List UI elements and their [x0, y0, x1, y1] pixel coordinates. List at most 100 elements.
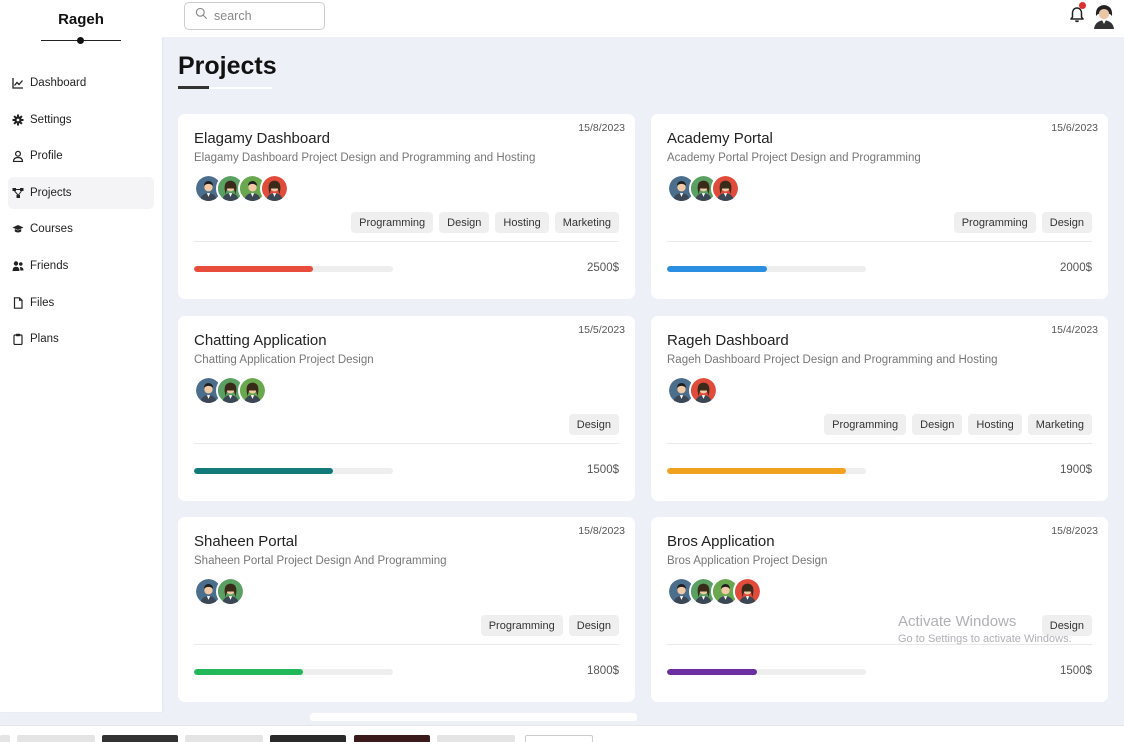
sidebar-item-courses[interactable]: Courses — [8, 213, 154, 245]
tag-programming[interactable]: Programming — [824, 414, 907, 435]
project-card[interactable]: 15/8/2023 Bros Application Bros Applicatio… — [651, 517, 1108, 702]
project-title[interactable]: Academy Portal — [667, 130, 773, 147]
project-date: 15/8/2023 — [1051, 525, 1098, 537]
file-icon — [12, 296, 24, 309]
progress-bar — [194, 468, 393, 474]
project-date: 15/6/2023 — [1051, 122, 1098, 134]
project-tags: Design — [1041, 615, 1092, 636]
title-underline — [178, 86, 272, 89]
diagram-icon — [12, 187, 24, 199]
sidebar-item-settings[interactable]: Settings — [8, 104, 154, 136]
tag-design[interactable]: Design — [568, 615, 619, 636]
clipboard-icon — [12, 333, 24, 346]
card-divider — [194, 241, 619, 242]
avatar[interactable] — [689, 376, 718, 405]
taskbar-thumb[interactable] — [354, 735, 430, 742]
tag-programming[interactable]: Programming — [480, 615, 563, 636]
sidebar-item-profile[interactable]: Profile — [8, 140, 154, 172]
project-description: Rageh Dashboard Project Design and Progr… — [667, 354, 998, 366]
gear-icon — [12, 114, 24, 126]
avatar[interactable] — [238, 376, 267, 405]
taskbar-thumb[interactable] — [185, 735, 263, 742]
project-price: 1500$ — [587, 464, 619, 476]
brand-divider — [41, 37, 121, 44]
sidebar-item-dashboard[interactable]: Dashboard — [8, 67, 154, 99]
sidebar-item-label: Friends — [30, 259, 69, 272]
sidebar-item-label: Settings — [30, 113, 72, 126]
project-description: Bros Application Project Design — [667, 555, 828, 567]
avatar[interactable] — [733, 577, 762, 606]
tag-design[interactable]: Design — [1041, 615, 1092, 636]
topbar — [162, 0, 1124, 37]
team-avatars — [667, 376, 718, 406]
project-tags: Programming Design — [953, 212, 1092, 233]
tag-marketing[interactable]: Marketing — [1027, 414, 1092, 435]
brand-name: Rageh — [58, 11, 104, 28]
project-card[interactable]: 15/5/2023 Chatting Application Chatting Ap… — [178, 316, 635, 501]
card-divider — [667, 443, 1092, 444]
search-box[interactable] — [184, 2, 325, 30]
project-card[interactable]: 15/4/2023 Rageh Dashboard Rageh Dashboard … — [651, 316, 1108, 501]
card-divider — [194, 443, 619, 444]
tag-marketing[interactable]: Marketing — [554, 212, 619, 233]
avatar[interactable] — [216, 577, 245, 606]
taskbar-thumb[interactable] — [270, 735, 346, 742]
taskbar-thumb[interactable] — [525, 735, 593, 742]
team-avatars — [194, 577, 245, 607]
search-input[interactable] — [214, 9, 314, 23]
avatar[interactable] — [260, 174, 289, 203]
project-price: 2500$ — [587, 262, 619, 274]
project-price: 2000$ — [1060, 262, 1092, 274]
project-card[interactable]: 15/8/2023 Shaheen Portal Shaheen Portal Pr… — [178, 517, 635, 702]
taskbar-thumb[interactable] — [17, 735, 95, 742]
progress-fill — [667, 669, 757, 675]
tag-programming[interactable]: Programming — [953, 212, 1036, 233]
sidebar-item-files[interactable]: Files — [8, 287, 154, 319]
chart-line-icon — [12, 77, 24, 89]
team-avatars — [667, 577, 762, 607]
project-title[interactable]: Shaheen Portal — [194, 533, 297, 550]
project-card[interactable]: 15/8/2023 Elagamy Dashboard Elagamy Dashbo… — [178, 114, 635, 299]
project-card[interactable]: 15/6/2023 Academy Portal Academy Portal Pr… — [651, 114, 1108, 299]
taskbar-thumb[interactable] — [0, 735, 10, 742]
project-title[interactable]: Bros Application — [667, 533, 775, 550]
sidebar-item-projects[interactable]: Projects — [8, 176, 154, 209]
project-date: 15/4/2023 — [1051, 324, 1098, 336]
tag-design[interactable]: Design — [568, 414, 619, 435]
tag-design[interactable]: Design — [912, 414, 963, 435]
tag-programming[interactable]: Programming — [351, 212, 434, 233]
tag-design[interactable]: Design — [1041, 212, 1092, 233]
project-tags: Programming Design — [480, 615, 619, 636]
graduation-cap-icon — [12, 223, 24, 235]
project-title[interactable]: Elagamy Dashboard — [194, 130, 330, 147]
project-title[interactable]: Chatting Application — [194, 332, 327, 349]
project-tags: Programming Design Hosting Marketing — [351, 212, 619, 233]
project-description: Elagamy Dashboard Project Design and Pro… — [194, 152, 536, 164]
progress-fill — [194, 266, 314, 272]
project-title[interactable]: Rageh Dashboard — [667, 332, 789, 349]
sidebar-item-friends[interactable]: Friends — [8, 250, 154, 282]
team-avatars — [194, 376, 267, 406]
progress-fill — [194, 669, 304, 675]
progress-bar — [667, 266, 866, 272]
notification-dot — [1079, 2, 1086, 9]
tag-hosting[interactable]: Hosting — [968, 414, 1022, 435]
progress-bar — [194, 266, 393, 272]
taskbar-thumb[interactable] — [437, 735, 515, 742]
tag-design[interactable]: Design — [439, 212, 490, 233]
sidebar-item-label: Courses — [30, 223, 73, 236]
tag-hosting[interactable]: Hosting — [495, 212, 549, 233]
taskbar-thumb[interactable] — [102, 735, 178, 742]
sidebar-item-plans[interactable]: Plans — [8, 323, 154, 355]
sidebar-item-label: Projects — [30, 186, 72, 199]
sidebar-nav: Dashboard Settings Profile Projects Courses F… — [0, 67, 162, 355]
horizontal-scrollbar[interactable] — [310, 713, 637, 721]
project-price: 1900$ — [1060, 464, 1092, 476]
users-icon — [12, 260, 24, 272]
avatar[interactable] — [711, 174, 740, 203]
progress-bar — [667, 669, 866, 675]
page-title: Projects — [178, 52, 277, 80]
user-avatar-icon[interactable] — [1092, 3, 1116, 29]
team-avatars — [194, 174, 289, 204]
sidebar-item-label: Plans — [30, 333, 59, 346]
